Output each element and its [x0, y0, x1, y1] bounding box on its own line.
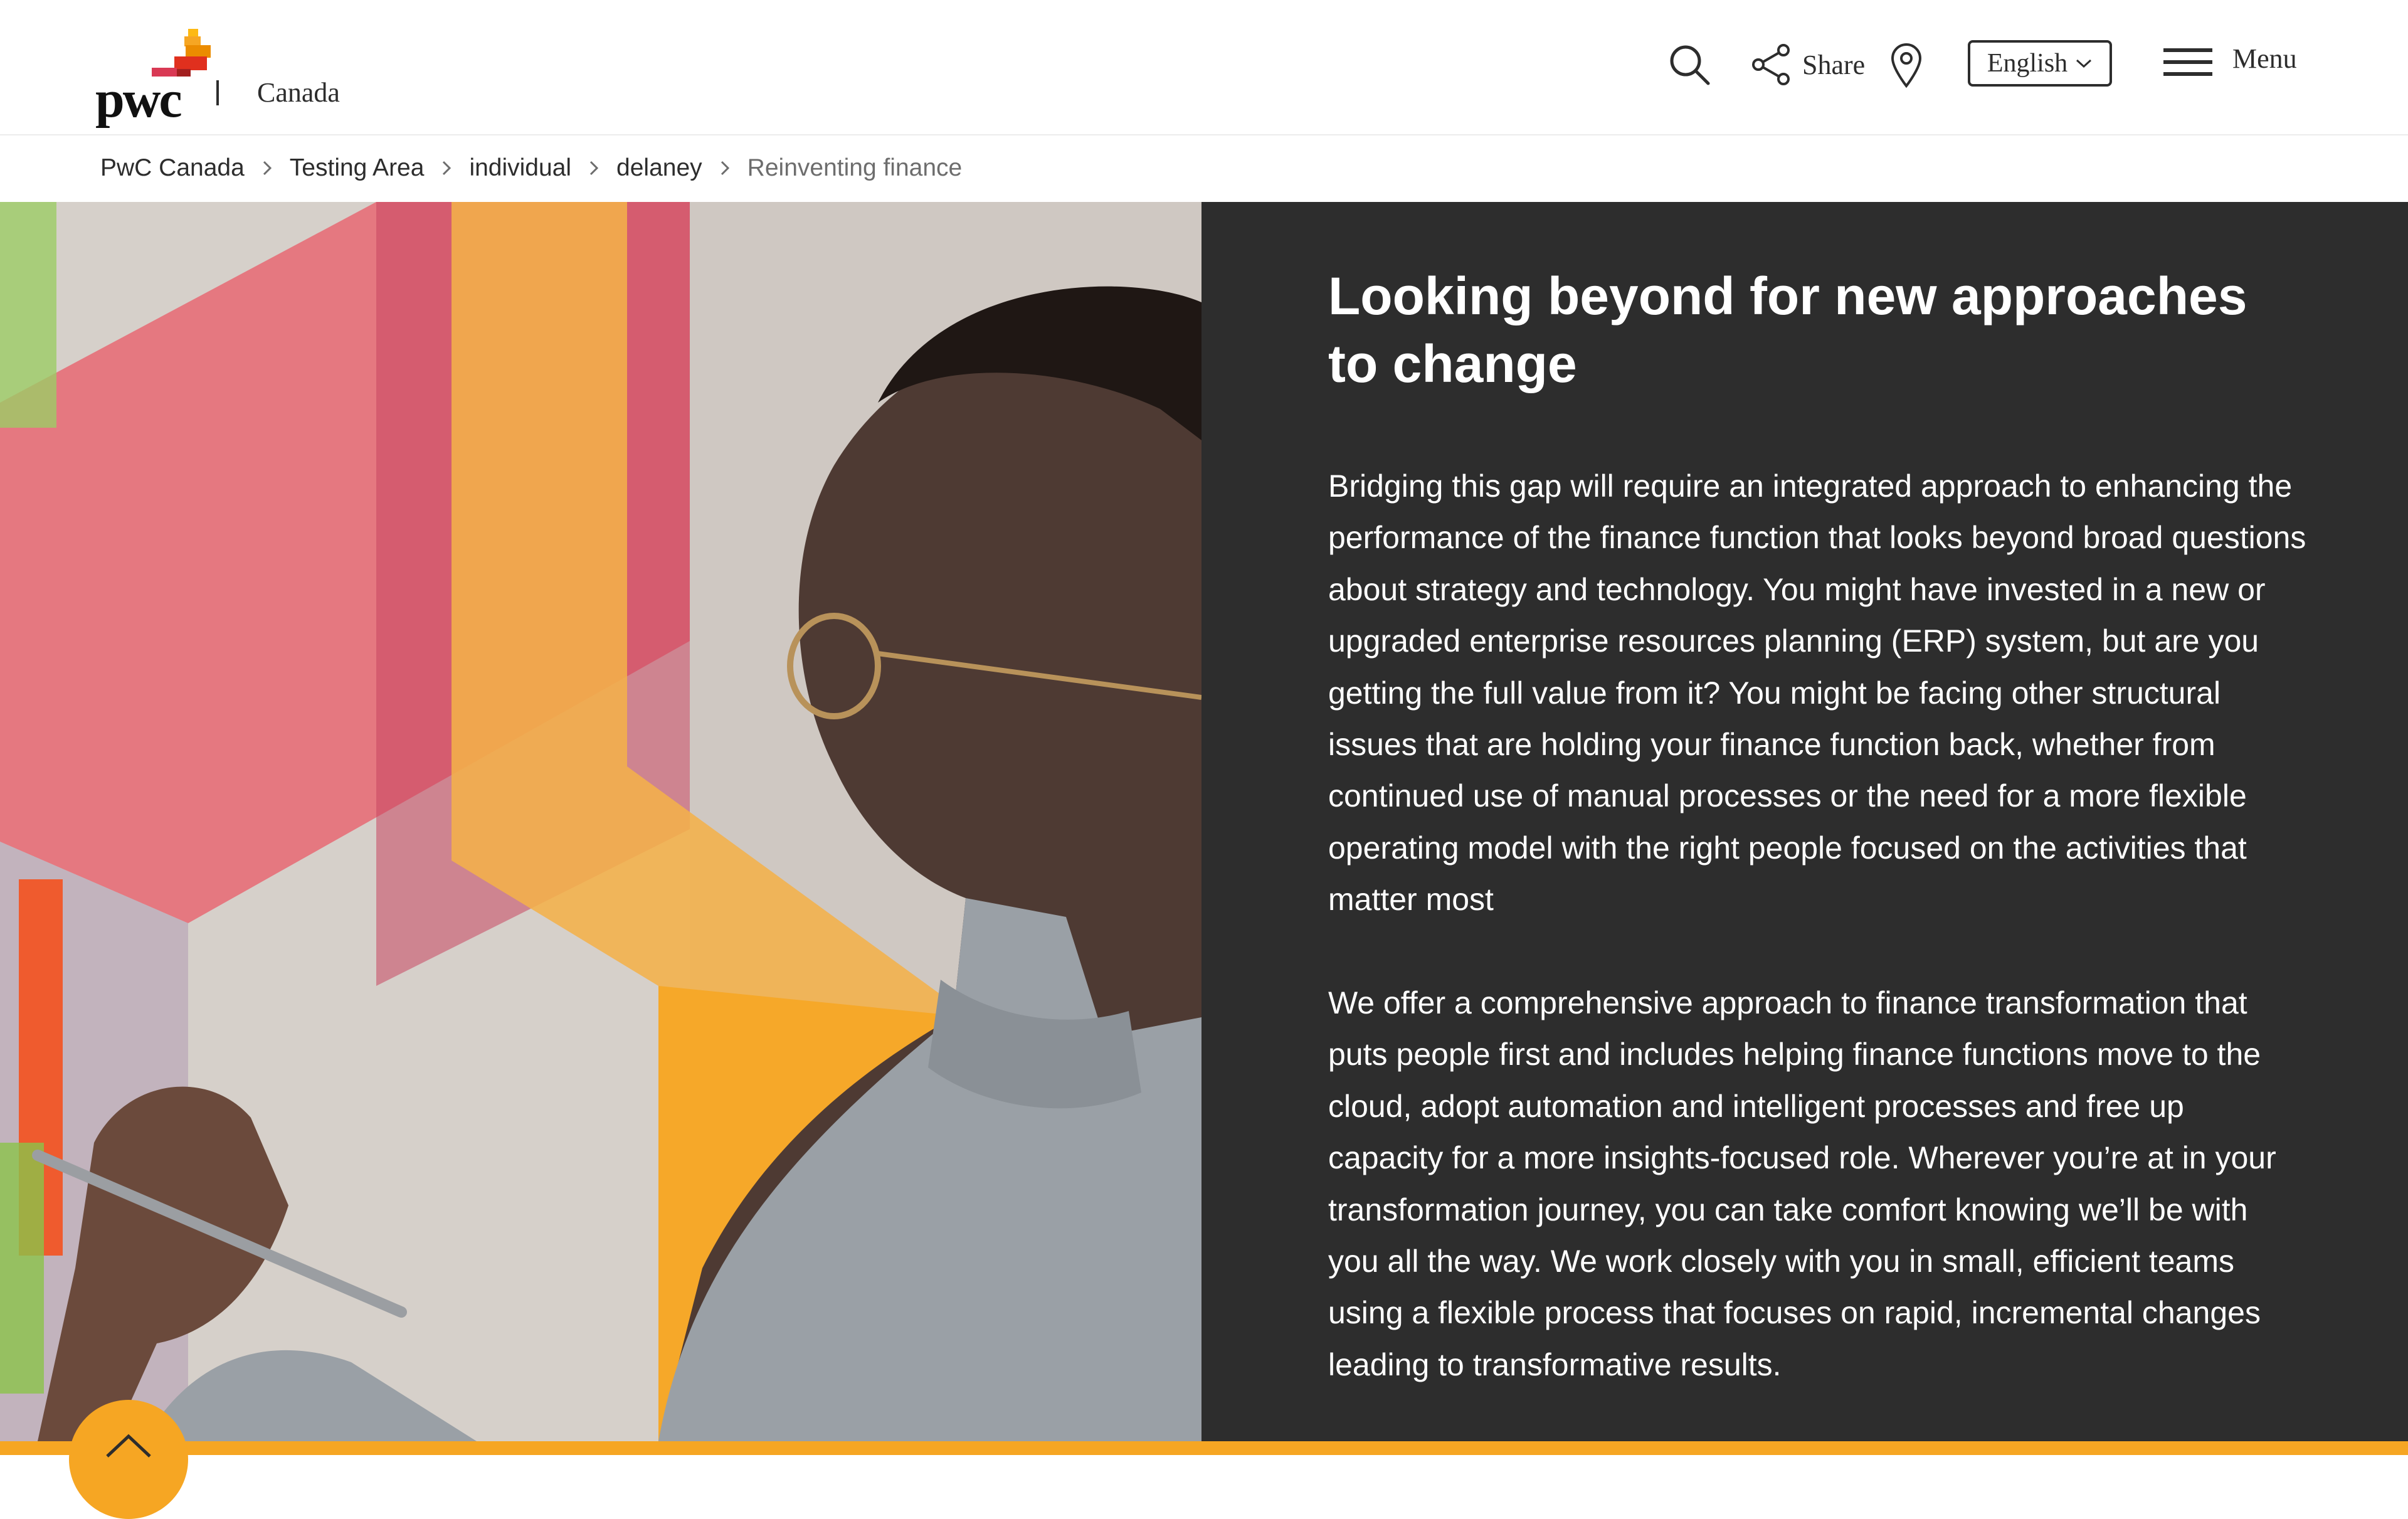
breadcrumb-item-pwc-canada[interactable]: PwC Canada [100, 154, 245, 182]
breadcrumb: PwC Canada Testing Area individual delan… [100, 134, 962, 202]
location-button[interactable] [1889, 38, 1933, 92]
language-label: English [1987, 49, 2068, 78]
chevron-down-icon [2076, 59, 2092, 68]
site-header: pwc Canada Share English Menu [0, 0, 2408, 135]
back-to-top-button[interactable] [69, 1400, 188, 1519]
breadcrumb-item-individual[interactable]: individual [469, 154, 571, 182]
breadcrumb-item-current: Reinventing finance [747, 154, 963, 181]
share-button[interactable]: Share [1750, 38, 1865, 92]
chevron-right-icon [720, 159, 730, 177]
footer-accent-bar [0, 1441, 2408, 1455]
hero-paragraph: Bridging this gap will require an integr… [1328, 468, 2306, 918]
menu-label: Menu [2232, 43, 2297, 74]
location-pin-icon [1891, 43, 1922, 88]
share-icon [1752, 44, 1790, 85]
logo-divider [216, 80, 219, 105]
language-selector[interactable]: English [1968, 40, 2112, 87]
logo-wordmark: pwc [95, 70, 182, 129]
search-icon [1670, 45, 1710, 85]
hero-photo-illustration [0, 202, 1201, 1441]
hero-title: Looking beyond for new approaches to cha… [1328, 267, 2247, 393]
hero-paragraph: We offer a comprehensive approach to fin… [1328, 985, 2276, 1382]
menu-button[interactable]: Menu [2162, 35, 2297, 89]
search-button[interactable] [1667, 38, 1723, 92]
chevron-up-icon [106, 1434, 151, 1458]
chevron-right-icon [589, 159, 599, 177]
country-label: Canada [257, 77, 340, 108]
hero-text-panel: Looking beyond for new approaches to cha… [1201, 202, 2408, 1441]
hamburger-icon [2163, 48, 2212, 76]
chevron-right-icon [262, 159, 272, 177]
chevron-right-icon [441, 159, 452, 177]
breadcrumb-item-delaney[interactable]: delaney [616, 154, 702, 182]
pwc-logo[interactable]: pwc [95, 25, 214, 129]
hero-image [0, 202, 1201, 1441]
share-label: Share [1802, 49, 1866, 80]
breadcrumb-item-testing-area[interactable]: Testing Area [290, 154, 425, 182]
